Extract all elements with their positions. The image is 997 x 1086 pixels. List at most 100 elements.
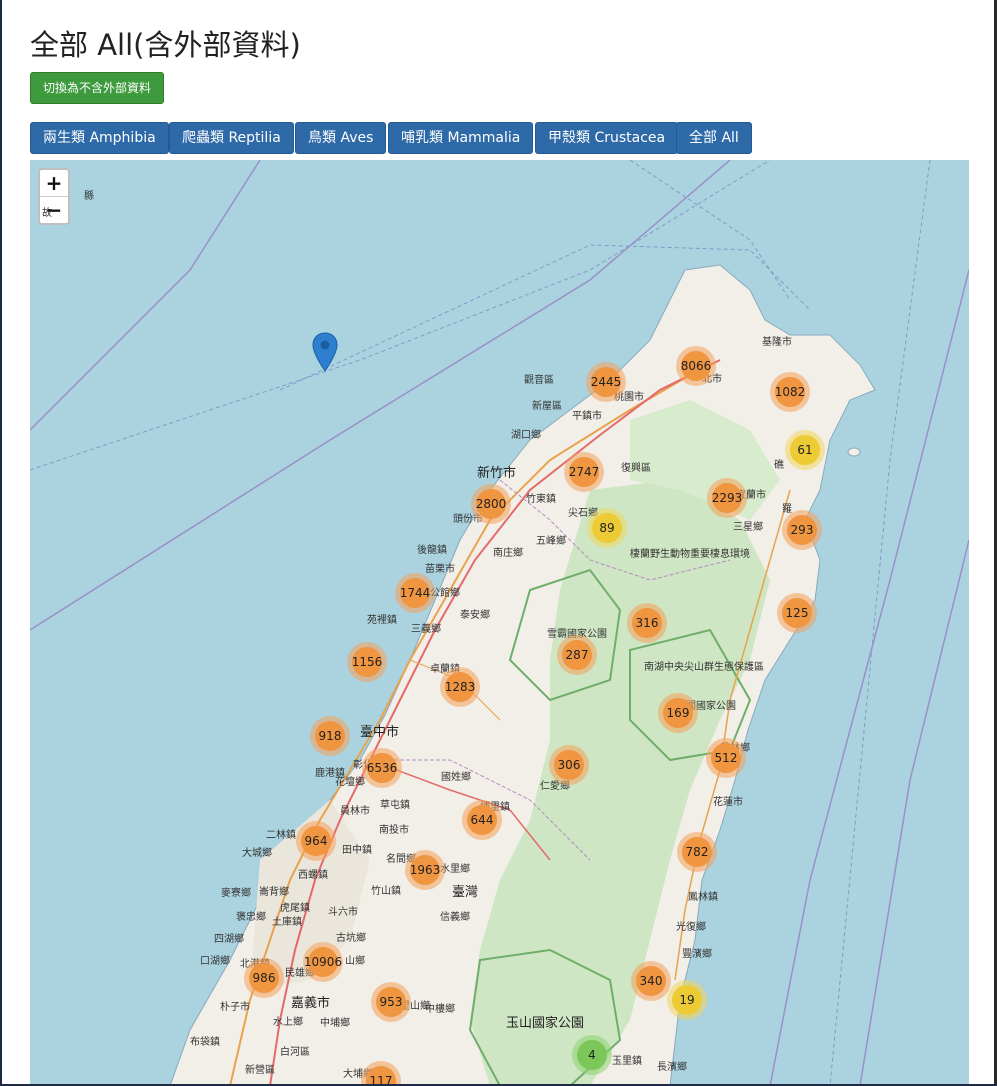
filter-all-button[interactable]: 全部 All xyxy=(676,122,752,154)
place-label: 大城鄉 xyxy=(242,848,272,859)
cluster-count: 986 xyxy=(249,963,279,993)
place-label: 南投市 xyxy=(379,825,409,836)
cluster-count: 2293 xyxy=(712,483,742,513)
place-label: 古坑鄉 xyxy=(336,933,366,944)
cluster-marker[interactable]: 953 xyxy=(371,982,411,1022)
cluster-marker[interactable]: 782 xyxy=(677,832,717,872)
cluster-marker[interactable]: 986 xyxy=(244,958,284,998)
place-label: 員林市 xyxy=(340,806,370,817)
cluster-count: 316 xyxy=(632,608,662,638)
place-label: 中樓鄉 xyxy=(425,1004,455,1015)
cluster-count: 287 xyxy=(562,640,592,670)
place-label: 五峰鄉 xyxy=(536,536,566,547)
cluster-count: 2747 xyxy=(569,457,599,487)
place-label: 礁 xyxy=(774,460,784,471)
cluster-marker[interactable]: 1156 xyxy=(347,642,387,682)
place-label: 新竹市 xyxy=(477,466,517,481)
place-label: 苗栗市 xyxy=(425,564,455,575)
map-base-layer xyxy=(30,160,969,1086)
place-label: 中埔鄉 xyxy=(320,1018,350,1029)
cluster-count: 644 xyxy=(467,805,497,835)
cluster-marker[interactable]: 1283 xyxy=(440,667,480,707)
cluster-count: 306 xyxy=(554,750,584,780)
filter-mammalia-button[interactable]: 哺乳類 Mammalia xyxy=(388,122,534,154)
place-label: 西螺鎮 xyxy=(298,870,328,881)
place-label: 草屯鎮 xyxy=(380,800,410,811)
cluster-marker[interactable]: 1963 xyxy=(405,850,445,890)
cluster-marker[interactable]: 1744 xyxy=(395,573,435,613)
cluster-count: 512 xyxy=(711,743,741,773)
place-label: 斗六市 xyxy=(328,907,358,918)
filter-aves-button[interactable]: 鳥類 Aves xyxy=(295,122,387,154)
cluster-marker[interactable]: 316 xyxy=(627,603,667,643)
place-label: 山鄉 xyxy=(345,956,365,967)
place-label: 信義鄉 xyxy=(440,912,470,923)
cluster-count: 8066 xyxy=(681,351,711,381)
place-label: 觀音區 xyxy=(524,375,554,386)
cluster-marker[interactable]: 644 xyxy=(462,800,502,840)
map-marker-icon[interactable] xyxy=(312,332,338,372)
place-label: 光復鄉 xyxy=(676,922,706,933)
place-label: 基隆市 xyxy=(762,337,792,348)
cluster-marker[interactable]: 89 xyxy=(587,508,627,548)
cluster-marker[interactable]: 964 xyxy=(296,821,336,861)
cluster-marker[interactable]: 1082 xyxy=(770,372,810,412)
cluster-marker[interactable]: 6536 xyxy=(362,748,402,788)
place-label: 玉里鎮 xyxy=(612,1056,642,1067)
place-label: 臺中市 xyxy=(360,725,400,740)
place-label: 新營區 xyxy=(245,1065,275,1076)
cluster-marker[interactable]: 2800 xyxy=(471,484,511,524)
species-map[interactable]: + − 基隆市 北市 桃園市 觀音區 新屋區 平鎮市 湖口鄉 新竹市 竹東鎮 尖石鄉 復興區 宜蘭市礁… xyxy=(30,160,969,1086)
place-label: 南湖中央尖山群生態保護區 xyxy=(644,662,764,673)
cluster-marker[interactable]: 512 xyxy=(706,738,746,778)
place-label: 褒忠鄉 xyxy=(236,912,266,923)
cluster-marker[interactable]: 340 xyxy=(631,961,671,1001)
cluster-count: 782 xyxy=(682,837,712,867)
cluster-marker[interactable]: 918 xyxy=(310,716,350,756)
zoom-in-button[interactable]: + xyxy=(40,170,68,196)
place-label: 四湖鄉 xyxy=(214,934,244,945)
place-label: 長濱鄉 xyxy=(657,1062,687,1073)
place-label: 二林鎮 xyxy=(266,830,296,841)
cluster-count: 953 xyxy=(376,987,406,1017)
filter-amphibia-button[interactable]: 兩生類 Amphibia xyxy=(30,122,169,154)
place-label: 花壇鄉 xyxy=(335,777,365,788)
cluster-marker[interactable]: 125 xyxy=(777,593,817,633)
place-label: 竹東鎮 xyxy=(526,494,556,505)
cluster-count: 340 xyxy=(636,966,666,996)
place-label: 水上鄉 xyxy=(273,1017,303,1028)
place-label: 泰安鄉 xyxy=(460,610,490,621)
cluster-count: 2445 xyxy=(591,367,621,397)
cluster-marker[interactable]: 10906 xyxy=(303,942,343,982)
place-label: 布袋鎮 xyxy=(190,1037,220,1048)
place-label: 花蓮市 xyxy=(713,797,743,808)
cluster-marker[interactable]: 4 xyxy=(572,1035,612,1075)
cluster-marker[interactable]: 19 xyxy=(667,980,707,1020)
cluster-count: 19 xyxy=(672,985,702,1015)
cluster-marker[interactable]: 61 xyxy=(785,430,825,470)
window-left-edge xyxy=(0,0,2,1086)
place-label: 嘉義市 xyxy=(291,996,331,1011)
cluster-marker[interactable]: 293 xyxy=(782,510,822,550)
place-label: 虎尾鎮 xyxy=(280,903,310,914)
cluster-marker[interactable]: 287 xyxy=(557,635,597,675)
cluster-marker[interactable]: 306 xyxy=(549,745,589,785)
place-label: 土庫鎮 xyxy=(272,917,302,928)
cluster-marker[interactable]: 2293 xyxy=(707,478,747,518)
cluster-marker[interactable]: 2747 xyxy=(564,452,604,492)
place-label: 崙背鄉 xyxy=(259,887,289,898)
place-label: 朴子市 xyxy=(220,1002,250,1013)
filter-crustacea-button[interactable]: 甲殼類 Crustacea xyxy=(535,122,679,154)
cluster-marker[interactable]: 8066 xyxy=(676,346,716,386)
toggle-external-data-button[interactable]: 切換為不含外部資料 xyxy=(30,72,165,104)
cluster-marker[interactable]: 169 xyxy=(658,693,698,733)
cluster-count: 2800 xyxy=(476,489,506,519)
place-label: 平鎮市 xyxy=(572,411,602,422)
cluster-count: 117 xyxy=(366,1066,396,1086)
place-label: 苑裡鎮 xyxy=(367,615,397,626)
cluster-count: 169 xyxy=(663,698,693,728)
cluster-marker[interactable]: 2445 xyxy=(586,362,626,402)
place-label: 國姓鄉 xyxy=(441,772,471,783)
cluster-count: 89 xyxy=(592,513,622,543)
filter-reptilia-button[interactable]: 爬蟲類 Reptilia xyxy=(169,122,294,154)
